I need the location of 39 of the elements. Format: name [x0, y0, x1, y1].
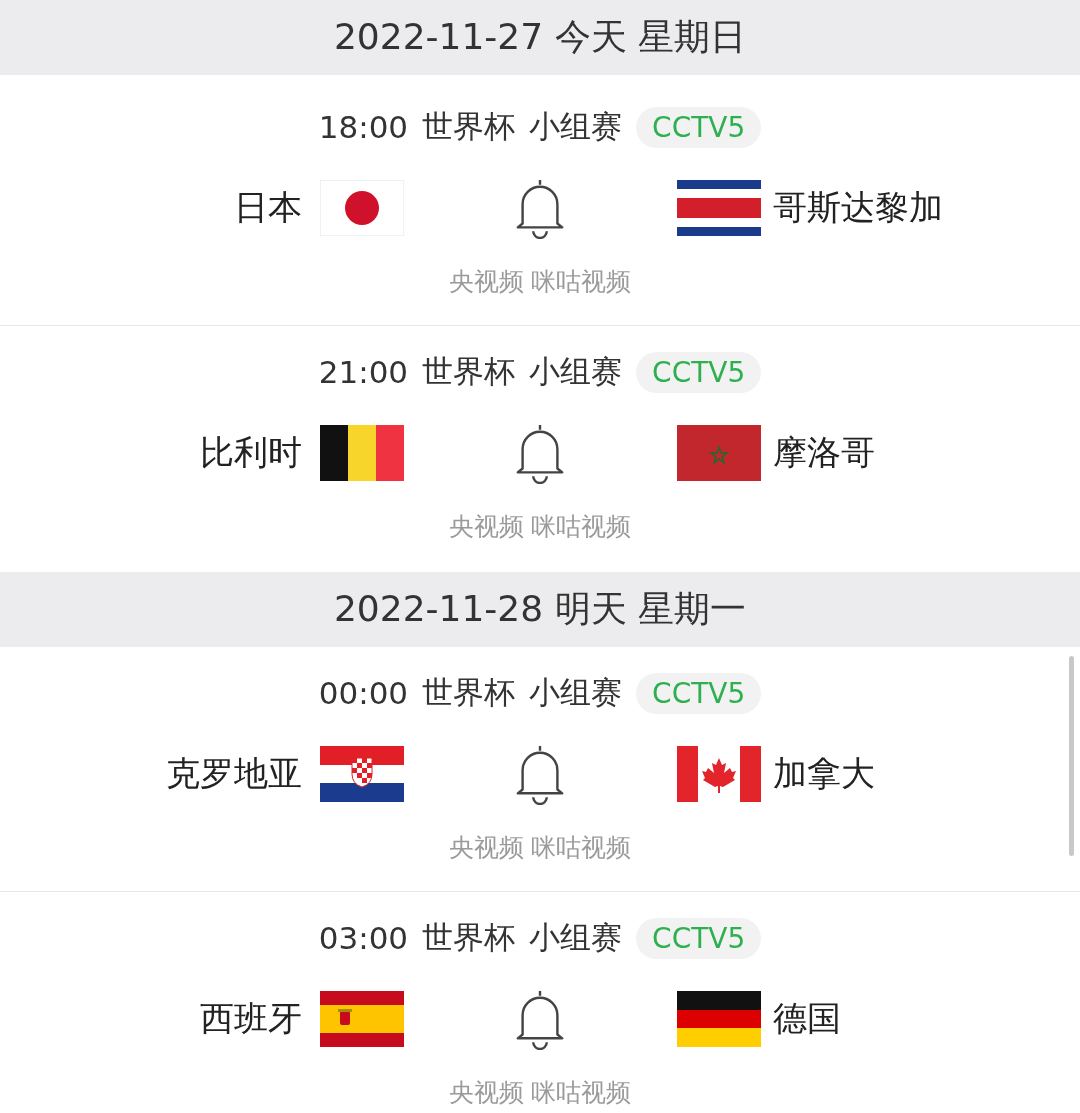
stream-sources: 央视频 咪咕视频 — [448, 511, 632, 543]
competition: 世界杯 — [422, 352, 516, 391]
channel-tag: CCTV5 — [636, 672, 762, 714]
match-time: 03:00 — [318, 920, 409, 956]
channel-tag: CCTV5 — [636, 106, 762, 148]
team-name: 比利时 — [199, 431, 302, 474]
competition: 世界杯 — [422, 107, 516, 146]
flag-icon — [319, 746, 404, 802]
flag-icon — [676, 180, 761, 236]
date-header: 2022-11-27 今天 星期日 — [0, 0, 1080, 75]
flag-icon — [319, 425, 404, 481]
competition: 世界杯 — [422, 673, 516, 712]
flag-icon — [676, 746, 761, 802]
date-header: 2022-11-28 明天 星期一 — [0, 572, 1080, 647]
match-time: 18:00 — [318, 109, 409, 145]
flag-icon — [319, 180, 404, 236]
flag-icon — [676, 425, 761, 481]
match-stage: 小组赛 — [529, 352, 623, 391]
stream-sources: 央视频 咪咕视频 — [448, 1077, 632, 1109]
stream-sources: 央视频 咪咕视频 — [448, 832, 632, 864]
match-time: 21:00 — [318, 354, 409, 390]
match-stage: 小组赛 — [529, 673, 623, 712]
match-stage: 小组赛 — [529, 107, 623, 146]
flag-icon — [676, 991, 761, 1047]
team-name: 日本 — [233, 186, 302, 229]
competition: 世界杯 — [422, 918, 516, 957]
scrollbar[interactable] — [1069, 656, 1074, 856]
channel-tag: CCTV5 — [636, 351, 762, 393]
match-stage: 小组赛 — [529, 918, 623, 957]
team-name: 摩洛哥 — [772, 431, 875, 474]
team-name: 加拿大 — [772, 752, 875, 795]
team-name: 德国 — [772, 997, 841, 1040]
stream-sources: 央视频 咪咕视频 — [448, 266, 632, 298]
team-name: 哥斯达黎加 — [772, 186, 943, 229]
team-name: 克罗地亚 — [165, 752, 302, 795]
match-time: 00:00 — [318, 675, 409, 711]
channel-tag: CCTV5 — [636, 917, 762, 959]
flag-icon — [319, 991, 404, 1047]
team-name: 西班牙 — [199, 997, 302, 1040]
